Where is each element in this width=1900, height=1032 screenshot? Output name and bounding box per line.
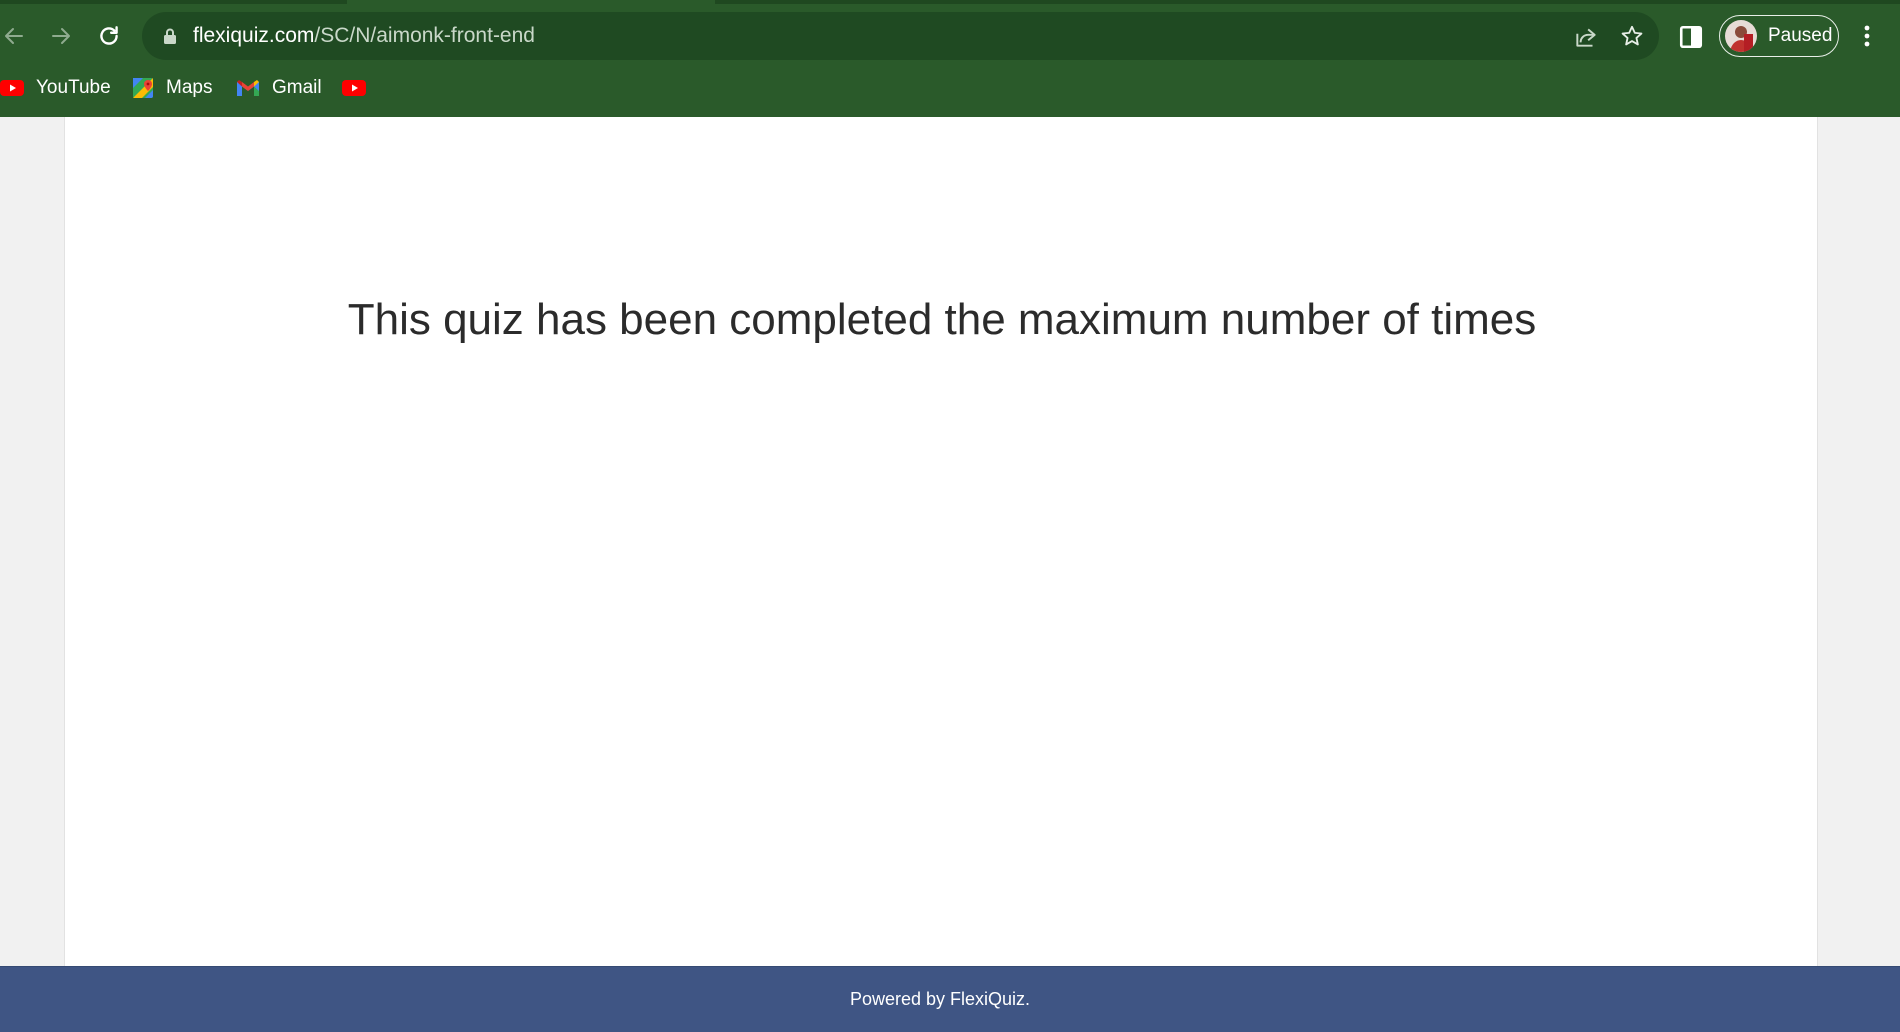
back-button[interactable]	[0, 17, 33, 55]
gmail-icon	[237, 80, 259, 96]
browser-toolbar: flexiquiz.com/SC/N/aimonk-front-end Paus…	[0, 7, 1900, 65]
avatar-image	[1725, 20, 1757, 52]
profile-status: Paused	[1768, 25, 1833, 46]
url-path: /SC/N/aimonk-front-end	[314, 24, 535, 47]
lock-icon[interactable]	[160, 26, 180, 46]
more-vert-icon[interactable]	[1855, 20, 1879, 52]
arrow-left-icon	[5, 28, 23, 44]
bookmark-label: Maps	[166, 77, 213, 98]
side-panel-icon[interactable]	[1678, 24, 1704, 50]
share-icon[interactable]	[1573, 24, 1599, 50]
bookmark-gmail[interactable]: Gmail	[236, 70, 322, 106]
browser-chrome: flexiquiz.com/SC/N/aimonk-front-end Paus…	[0, 0, 1900, 117]
bookmark-label: Gmail	[272, 77, 322, 98]
youtube-icon	[342, 80, 366, 96]
arrow-right-icon	[52, 28, 70, 44]
bookmarks-bar: YouTube Maps Gmail	[0, 70, 1900, 106]
page-viewport: This quiz has been completed the maximum…	[0, 117, 1900, 967]
profile-button[interactable]: Paused	[1719, 15, 1839, 57]
bookmark-maps[interactable]: Maps	[132, 70, 212, 106]
reload-icon	[100, 26, 118, 45]
youtube-icon	[0, 80, 24, 96]
bookmark-youtube[interactable]: YouTube	[0, 70, 111, 106]
address-bar[interactable]: flexiquiz.com/SC/N/aimonk-front-end	[142, 12, 1659, 60]
page-footer: Powered by FlexiQuiz.	[0, 966, 1900, 1032]
powered-by-text: Powered by FlexiQuiz.	[849, 989, 1031, 1009]
avatar	[1725, 20, 1757, 52]
bookmark-label: YouTube	[36, 77, 111, 98]
bookmark-youtube-2[interactable]	[342, 70, 366, 106]
url-host: flexiquiz.com	[193, 24, 315, 47]
quiz-limit-message: This quiz has been completed the maximum…	[347, 295, 1537, 344]
maps-icon	[133, 78, 153, 98]
quiz-container: This quiz has been completed the maximum…	[64, 117, 1818, 967]
tab-strip	[0, 0, 1900, 4]
active-tab[interactable]	[347, 0, 715, 4]
reload-button[interactable]	[90, 17, 128, 55]
url-text[interactable]: flexiquiz.com/SC/N/aimonk-front-end	[193, 12, 535, 60]
bookmark-star-icon[interactable]	[1619, 23, 1645, 49]
forward-button[interactable]	[42, 17, 80, 55]
